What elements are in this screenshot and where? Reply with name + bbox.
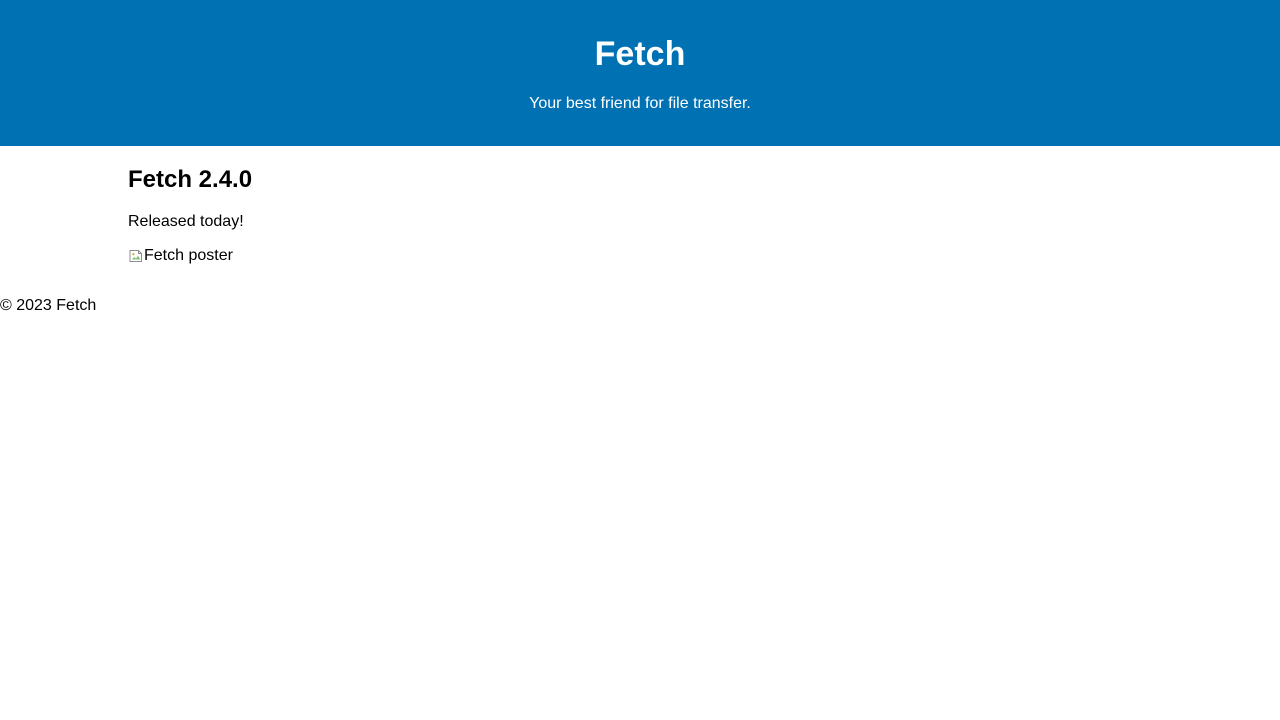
site-title: Fetch (594, 35, 686, 73)
poster-alt-text: Fetch poster (144, 247, 233, 264)
site-header: Fetch Your best friend for file transfer… (0, 0, 1280, 146)
poster-image: Fetch poster (128, 246, 233, 266)
release-note: Released today! (128, 213, 244, 230)
site-tagline: Your best friend for file transfer. (529, 95, 751, 112)
broken-image-icon (128, 248, 144, 264)
site-footer: © 2023 Fetch (0, 297, 97, 314)
release-title: Fetch 2.4.0 (128, 166, 253, 193)
